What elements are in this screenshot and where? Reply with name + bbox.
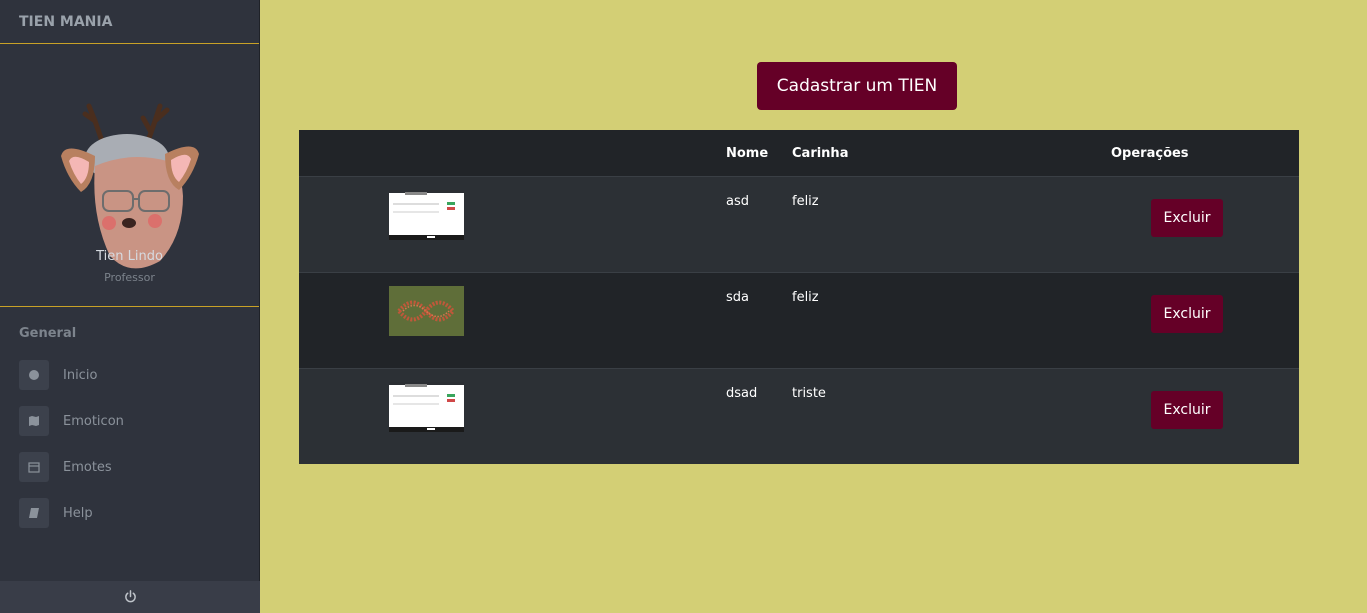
nav-section-title: General xyxy=(19,326,77,341)
book-icon xyxy=(19,498,49,528)
delete-button[interactable]: Excluir xyxy=(1151,295,1223,333)
add-tien-button[interactable]: Cadastrar um TIEN xyxy=(757,62,957,110)
header-nome: Nome xyxy=(726,146,769,161)
cell-carinha: feliz xyxy=(792,194,819,209)
sidebar-item-label: Emoticon xyxy=(63,413,124,429)
cell-nome: sda xyxy=(726,290,749,305)
cell-nome: asd xyxy=(726,194,749,209)
profile-panel: Tien Lindo Professor xyxy=(0,44,259,307)
table-header: Nome Carinha Operações xyxy=(299,130,1299,176)
power-icon xyxy=(124,588,137,607)
table-row: sda feliz Excluir xyxy=(299,272,1299,368)
circle-icon xyxy=(19,360,49,390)
tien-table: Nome Carinha Operações asd feliz Excluir… xyxy=(299,130,1299,464)
sidebar-item-emotes[interactable]: Emotes xyxy=(0,444,259,490)
cell-carinha: triste xyxy=(792,386,826,401)
delete-button[interactable]: Excluir xyxy=(1151,391,1223,429)
main-content: Cadastrar um TIEN Nome Carinha Operações xyxy=(260,0,1367,613)
header-operacoes: Operações xyxy=(1111,146,1189,161)
app-brand[interactable]: TIEN MANIA xyxy=(0,0,259,44)
sidebar-item-label: Help xyxy=(63,505,93,521)
cell-carinha: feliz xyxy=(792,290,819,305)
logout-button[interactable] xyxy=(0,581,260,613)
map-icon xyxy=(19,406,49,436)
sidebar-item-label: Emotes xyxy=(63,459,112,475)
pattern-thumbnail xyxy=(389,286,464,336)
calendar-icon xyxy=(19,452,49,482)
sidebar-item-label: Inicio xyxy=(63,367,98,383)
sidebar: TIEN MANIA Tien Lindo Professor General … xyxy=(0,0,260,613)
cell-nome: dsad xyxy=(726,386,758,401)
table-row: asd feliz Excluir xyxy=(299,176,1299,272)
user-name: Tien Lindo xyxy=(96,249,163,264)
table-row: dsad triste Excluir xyxy=(299,368,1299,464)
screenshot-thumbnail xyxy=(389,382,464,432)
delete-button[interactable]: Excluir xyxy=(1151,199,1223,237)
sidebar-item-inicio[interactable]: Inicio xyxy=(0,352,259,398)
screenshot-thumbnail xyxy=(389,190,464,240)
header-carinha: Carinha xyxy=(792,146,849,161)
user-role: Professor xyxy=(104,271,155,284)
sidebar-nav: Inicio Emoticon Emotes Help xyxy=(0,352,259,536)
sidebar-item-emoticon[interactable]: Emoticon xyxy=(0,398,259,444)
sidebar-item-help[interactable]: Help xyxy=(0,490,259,536)
